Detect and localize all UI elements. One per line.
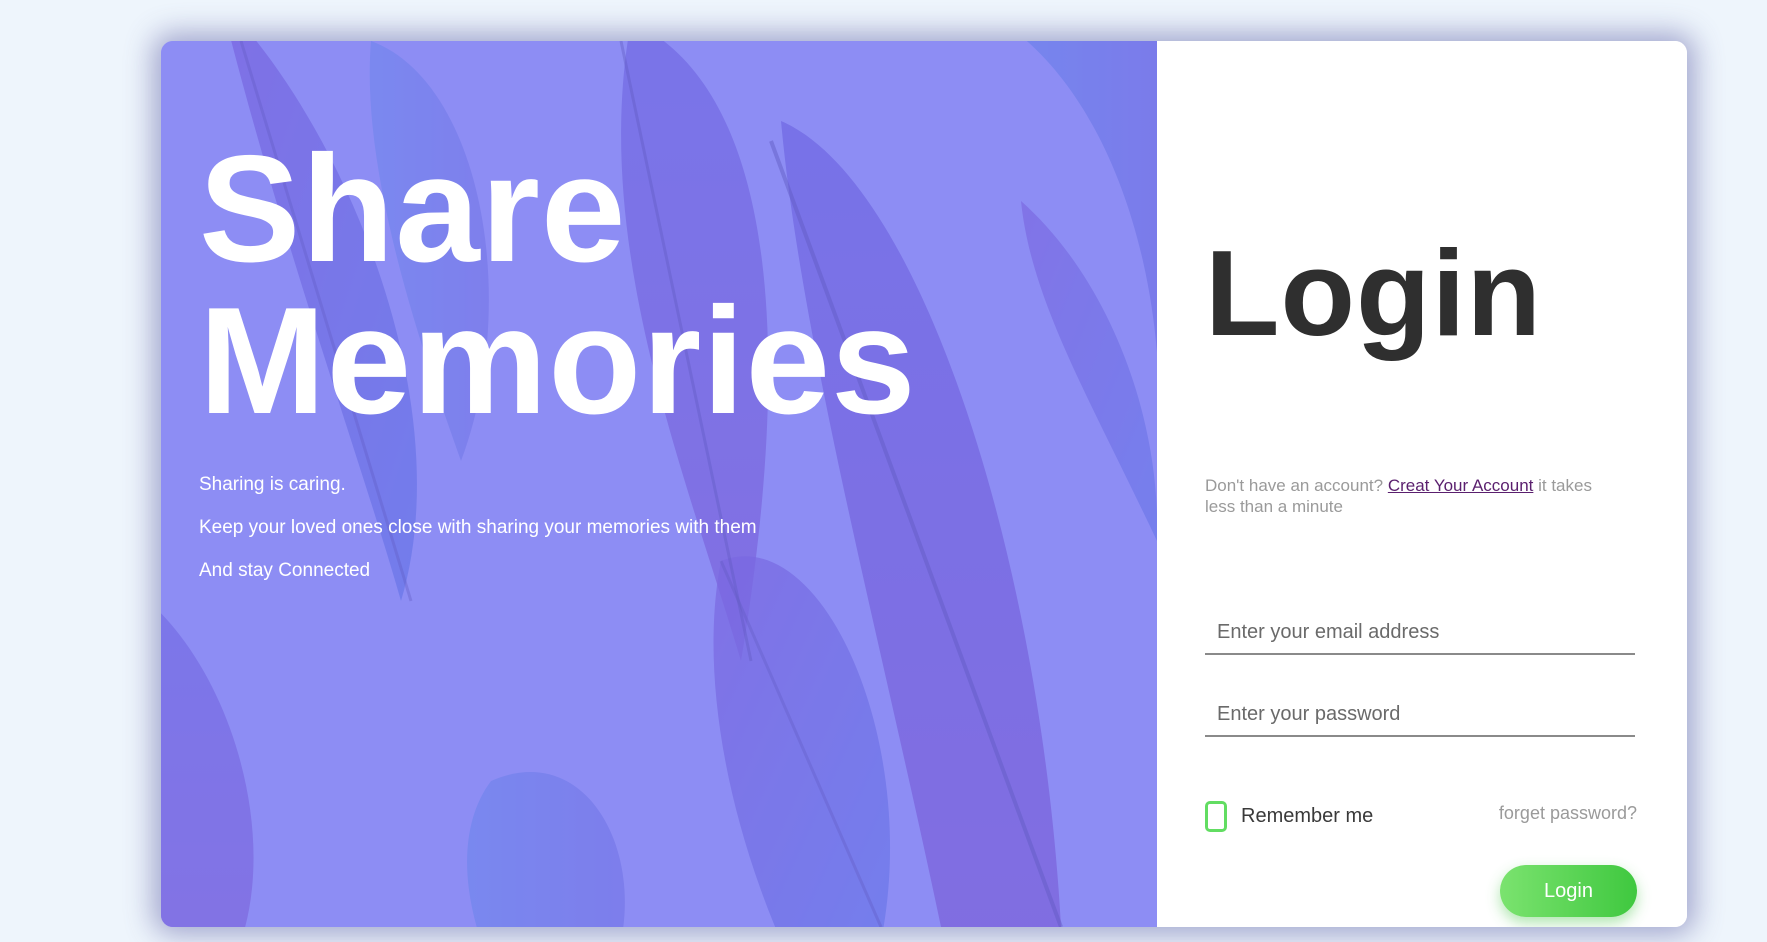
remember-me-checkbox[interactable] <box>1205 801 1227 832</box>
hero-line-3: And stay Connected <box>199 560 371 581</box>
hero-panel: Share Memories Sharing is caring. Keep y… <box>161 41 1157 927</box>
hero-title-line-1: Share <box>199 124 627 294</box>
hero-title: Share Memories <box>199 133 917 437</box>
password-input[interactable] <box>1205 693 1635 737</box>
login-heading: Login <box>1205 225 1542 361</box>
signup-prefix-text: Don't have an account? <box>1205 476 1384 495</box>
hero-content: Share Memories Sharing is caring. Keep y… <box>199 133 917 604</box>
hero-tagline: Sharing is caring. Keep your loved ones … <box>199 475 917 581</box>
signup-prompt: Don't have an account? Creat Your Accoun… <box>1205 475 1625 517</box>
hero-line-1: Sharing is caring. <box>199 474 346 495</box>
login-panel: Login Don't have an account? Creat Your … <box>1157 41 1687 927</box>
create-account-link[interactable]: Creat Your Account <box>1388 476 1534 495</box>
login-button[interactable]: Login <box>1500 865 1637 917</box>
forgot-password-link[interactable]: forget password? <box>1499 803 1637 824</box>
hero-title-line-2: Memories <box>199 276 917 446</box>
hero-line-2: Keep your loved ones close with sharing … <box>199 517 757 538</box>
remember-me-label: Remember me <box>1241 805 1374 827</box>
remember-me-control[interactable]: Remember me <box>1205 801 1373 832</box>
login-card: Share Memories Sharing is caring. Keep y… <box>161 41 1687 927</box>
email-input[interactable] <box>1205 611 1635 655</box>
